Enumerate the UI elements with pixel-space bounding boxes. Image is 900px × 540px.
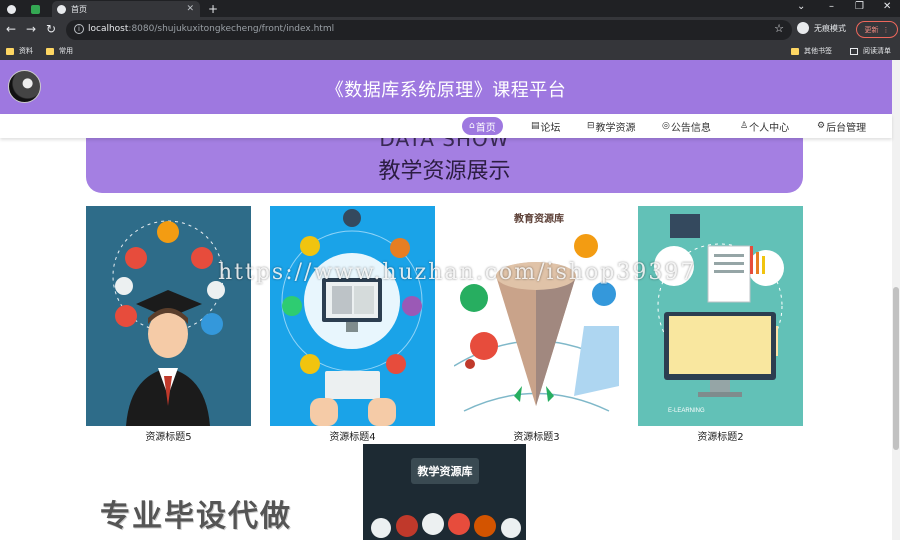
forward-arrow-icon[interactable]: → [26,22,36,36]
browser-tab-bar: 首页 ✕ + ⌄ – ❐ ✕ [0,0,900,17]
url-field[interactable]: i localhost:8080/shujukuxitongkecheng/fr… [66,20,792,40]
update-button[interactable]: 更新 ⋮ [856,21,898,38]
forum-icon: ▤ [531,121,540,131]
globe-icon [57,4,66,14]
close-window-button[interactable]: ✕ [883,1,891,12]
reading-list[interactable]: 阅读清单 [850,46,891,56]
resource-card-image[interactable] [86,206,251,426]
resource-library-illustration [371,513,521,538]
resource-card-image[interactable] [270,206,435,426]
education-pyramid-illustration: 教育资源库 [454,212,619,412]
browser-tab-2[interactable] [26,1,48,17]
resource-card-image[interactable]: 教学资源库 [363,444,526,540]
folder-icon [791,47,799,55]
nav-item-home[interactable]: ⌂ 首页 [462,117,503,135]
maximize-button[interactable]: ❐ [855,1,864,12]
watermark-text: https://www.huzhan.com/ishop39397 [218,260,697,285]
resource-title[interactable]: 资源标题4 [270,428,435,443]
bookmark-folder-ziliao[interactable]: 资料 [6,46,33,56]
incognito-icon [797,22,809,34]
browser-tab-1[interactable] [2,1,24,17]
link-icon: ⚙ [817,121,826,131]
nav-item-resources[interactable]: ⊟ 教学资源 [585,117,638,135]
nav-item-admin[interactable]: ⚙ 后台管理 [815,117,868,135]
web-page: 《数据库系统原理》课程平台 DATA SHOW 教学资源展示 ⌂ 首页 ▤ 论坛 ⊟… [0,60,900,540]
bookmark-folder-changyong[interactable]: 常用 [46,46,73,56]
bookmark-star-icon[interactable]: ☆ [774,22,784,35]
e-learning-caption: E-LEARNING [668,408,705,414]
back-arrow-icon[interactable]: ← [6,22,16,36]
bookmarks-bar: 资料 常用 其他书签 阅读清单 [0,43,900,60]
tab-search-icon[interactable]: ⌄ [797,1,805,12]
close-tab-icon[interactable]: ✕ [186,4,194,14]
resource-title[interactable]: 资源标题2 [638,428,803,443]
home-icon: ⌂ [469,121,475,131]
reload-icon[interactable]: ↻ [46,22,56,36]
e-learning-illustration: E-LEARNING [654,214,784,414]
banner-title: 教学资源展示 [378,159,511,184]
minimize-button[interactable]: – [829,1,834,12]
incognito-indicator[interactable]: 无痕模式 [797,22,846,34]
scrollbar-thumb[interactable] [893,287,899,450]
graduate-illustration [112,220,225,426]
site-header: 《数据库系统原理》课程平台 [0,60,892,114]
reading-list-icon [850,47,858,55]
page-scrollbar[interactable] [892,60,900,540]
sheets-icon [31,4,40,14]
address-bar-row: ← → ↻ i localhost:8080/shujukuxitongkech… [0,17,900,43]
bookmark-other[interactable]: 其他书签 [791,46,832,56]
bell-icon: ◎ [662,121,670,131]
site-info-icon[interactable]: i [74,24,84,34]
nav-item-forum[interactable]: ▤ 论坛 [529,117,563,135]
resource-card-image[interactable]: 教育资源库 [454,206,619,426]
nav-item-profile[interactable]: ♙ 个人中心 [738,117,791,135]
card3-heading: 教育资源库 [513,212,564,225]
tab-title: 首页 [71,4,87,14]
user-icon: ♙ [740,121,749,131]
folder-icon [6,47,14,55]
main-nav: ⌂ 首页 ▤ 论坛 ⊟ 教学资源 ◎ 公告信息 ♙ 个人中心 ⚙ 后台管理 [0,114,892,138]
computer-hub-illustration [281,209,423,426]
more-icon: ⋮ [882,25,890,34]
resource-title[interactable]: 资源标题3 [454,428,619,443]
resource-card-image[interactable]: E-LEARNING [638,206,803,426]
folder-icon [46,47,54,55]
nav-item-notices[interactable]: ◎ 公告信息 [660,117,713,135]
globe-icon [7,4,16,14]
resource-title[interactable]: 资源标题5 [86,428,251,443]
new-tab-button[interactable]: + [208,1,218,17]
promo-text: 专业毕设代做 [100,499,292,534]
book-icon: ⊟ [587,121,595,131]
browser-tab-active[interactable]: 首页 ✕ [52,1,200,17]
url-text[interactable]: localhost:8080/shujukuxitongkecheng/fron… [88,24,334,34]
page-title: 《数据库系统原理》课程平台 [325,80,567,101]
